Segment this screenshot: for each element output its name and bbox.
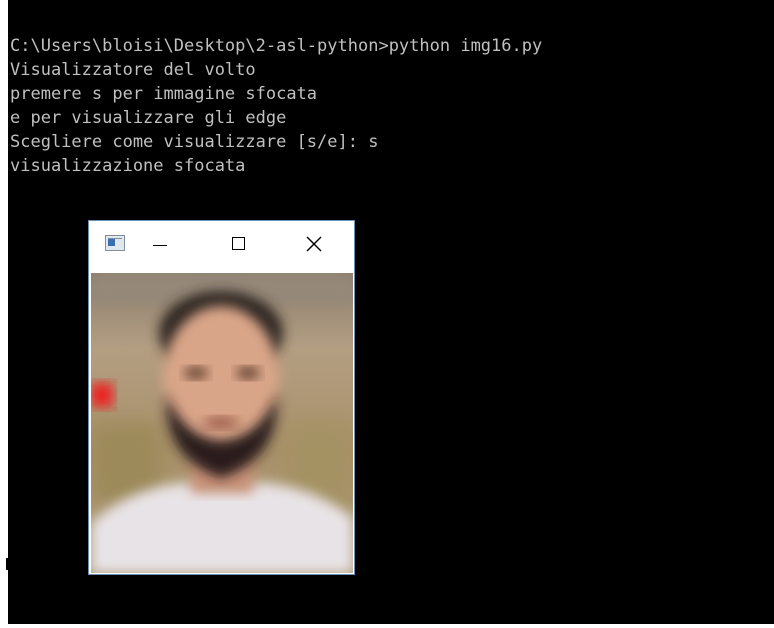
maximize-button[interactable] — [224, 229, 254, 259]
maximize-icon — [232, 237, 245, 250]
console-line: e per visualizzare gli edge — [10, 108, 287, 128]
minimize-button[interactable] — [145, 229, 175, 259]
edge-mark — [6, 558, 8, 570]
console-line: Scegliere come visualizzare [s/e]: s — [10, 132, 379, 152]
console-line: visualizzazione sfocata — [10, 156, 246, 176]
window-titlebar[interactable] — [89, 221, 354, 271]
blurred-face-photo — [91, 273, 353, 573]
console-output: C:\Users\bloisi\Desktop\2-asl-python>pyt… — [10, 34, 542, 178]
console-line: premere s per immagine sfocata — [10, 84, 318, 104]
opencv-window-icon[interactable] — [105, 235, 125, 251]
minimize-icon — [153, 245, 167, 246]
console-window: C:\Users\bloisi\Desktop\2-asl-python>pyt… — [8, 0, 774, 624]
close-icon — [306, 236, 322, 252]
image-window[interactable] — [88, 220, 355, 575]
console-line: Visualizzatore del volto — [10, 60, 256, 80]
console-line: C:\Users\bloisi\Desktop\2-asl-python>pyt… — [10, 36, 543, 56]
blurred-face-image — [91, 273, 353, 573]
close-button[interactable] — [299, 229, 329, 259]
